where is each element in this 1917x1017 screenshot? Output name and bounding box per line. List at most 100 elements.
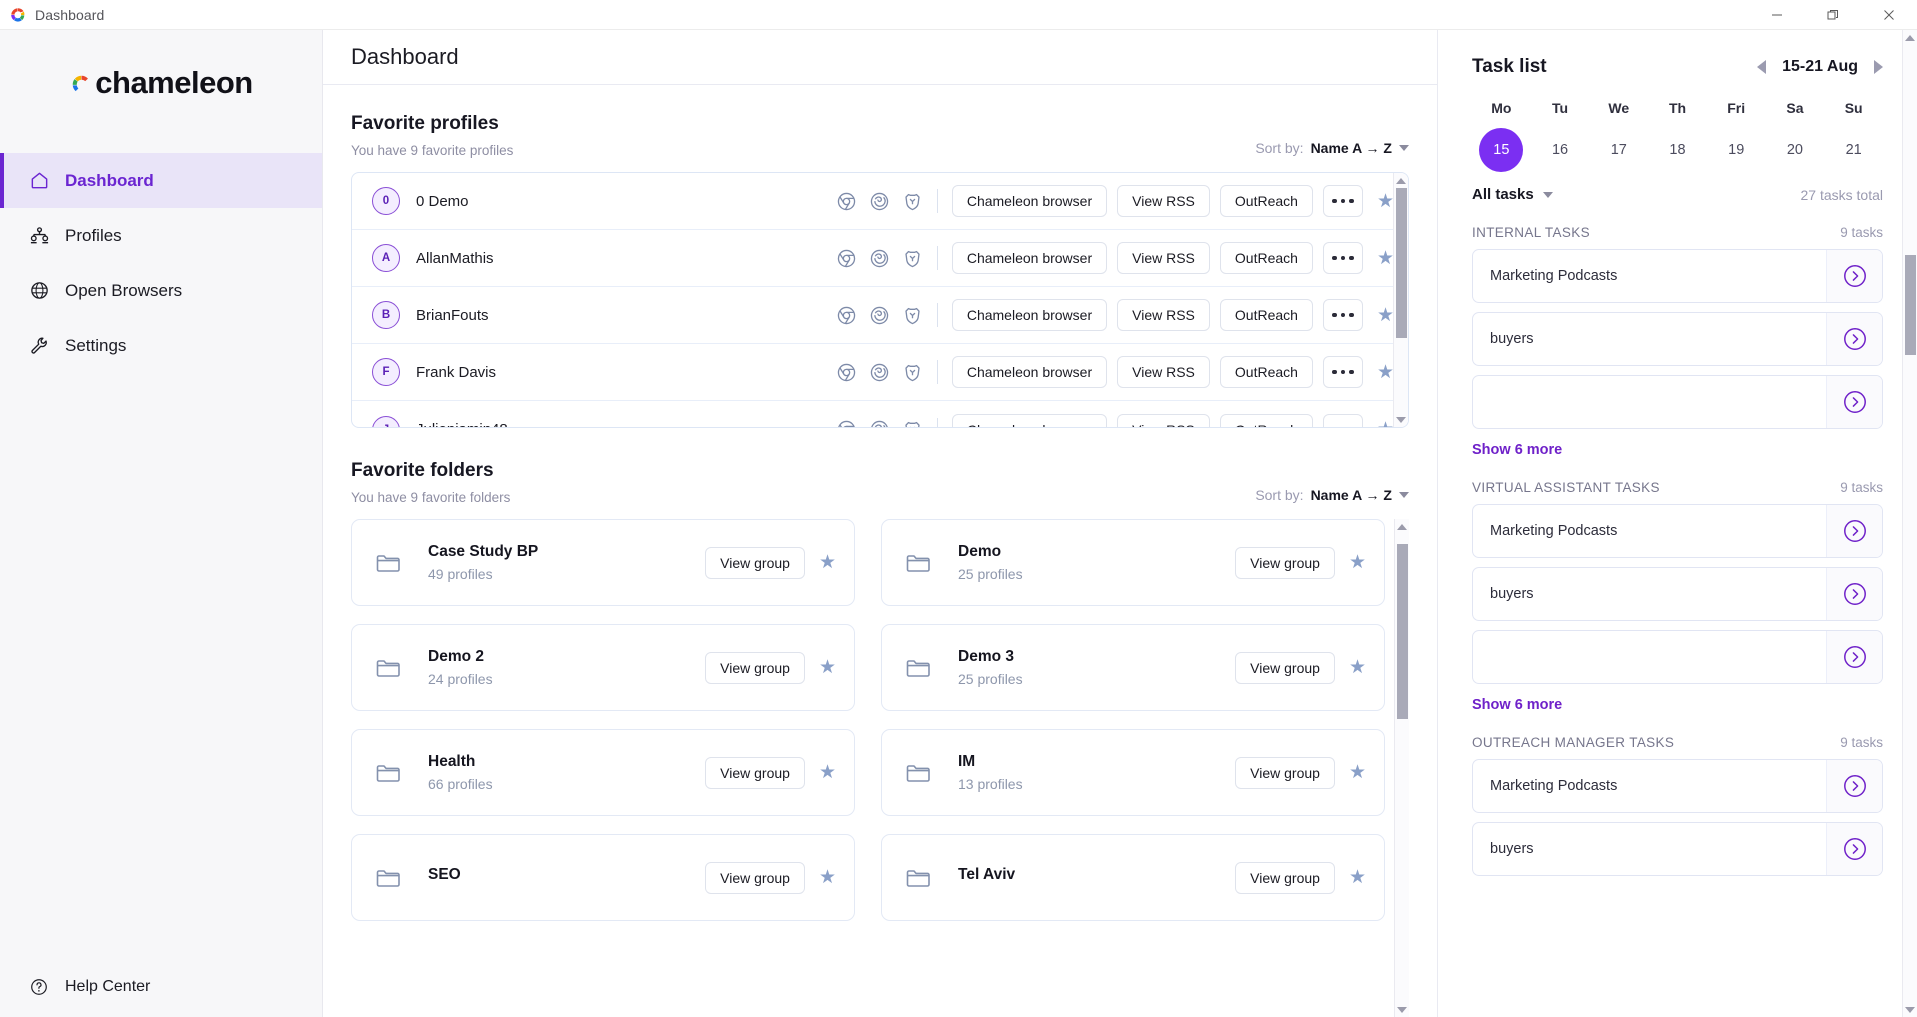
brave-icon[interactable] <box>902 191 923 212</box>
scroll-up-icon[interactable] <box>1905 30 1915 45</box>
profile-row[interactable]: B BrianFouts Chameleon browser View RSS … <box>352 287 1408 344</box>
chameleon-browser-button[interactable]: Chameleon browser <box>951 242 1108 274</box>
chevron-right-icon[interactable] <box>1874 60 1883 74</box>
minimize-icon[interactable] <box>1749 0 1805 30</box>
task-filter-value[interactable]: All tasks <box>1472 186 1534 203</box>
star-filled-icon[interactable]: ★ <box>1349 868 1366 887</box>
chrome-icon[interactable] <box>836 191 857 212</box>
view-group-button[interactable]: View group <box>705 861 805 894</box>
folders-sort-dropdown[interactable]: Sort by: Name A → Z <box>1255 487 1409 505</box>
folders-scroll-track[interactable] <box>1395 534 1409 1002</box>
more-options-icon[interactable] <box>1322 185 1363 217</box>
chrome-icon[interactable] <box>836 362 857 383</box>
task-item[interactable] <box>1472 630 1883 684</box>
sidebar-item-open-browsers[interactable]: Open Browsers <box>0 263 322 318</box>
task-item[interactable] <box>1472 375 1883 429</box>
firefox-icon[interactable] <box>869 191 890 212</box>
outreach-button[interactable]: OutReach <box>1219 413 1313 427</box>
profile-row[interactable]: A AllanMathis Chameleon browser View RSS… <box>352 230 1408 287</box>
profile-row[interactable]: J Julienjamin48 Chameleon browser View R… <box>352 401 1408 427</box>
brave-icon[interactable] <box>902 248 923 269</box>
view-rss-button[interactable]: View RSS <box>1117 242 1210 274</box>
calendar-day[interactable]: 18 <box>1648 128 1707 172</box>
chevron-right-circle-icon[interactable] <box>1826 568 1882 620</box>
close-icon[interactable] <box>1861 0 1917 30</box>
folders-scrollbar[interactable] <box>1394 519 1409 1017</box>
sidebar-item-help-center[interactable]: Help Center <box>0 957 322 1017</box>
chevron-down-icon[interactable] <box>1542 191 1553 198</box>
calendar-day[interactable]: 17 <box>1589 128 1648 172</box>
chevron-right-circle-icon[interactable] <box>1826 760 1882 812</box>
task-item[interactable]: Marketing Podcasts <box>1472 504 1883 558</box>
profiles-sort-dropdown[interactable]: Sort by: Name A → Z <box>1255 140 1409 158</box>
view-group-button[interactable]: View group <box>1235 756 1335 789</box>
calendar-day[interactable]: 20 <box>1766 128 1825 172</box>
scroll-up-icon[interactable] <box>1396 173 1406 188</box>
chrome-icon[interactable] <box>836 305 857 326</box>
chrome-icon[interactable] <box>836 419 857 427</box>
outreach-button[interactable]: OutReach <box>1219 185 1313 217</box>
task-item[interactable]: buyers <box>1472 567 1883 621</box>
task-scroll-thumb[interactable] <box>1905 255 1916 355</box>
star-filled-icon[interactable]: ★ <box>1349 553 1366 572</box>
view-group-button[interactable]: View group <box>705 756 805 789</box>
task-panel-scrollbar[interactable] <box>1902 30 1917 1017</box>
view-rss-button[interactable]: View RSS <box>1117 356 1210 388</box>
restore-icon[interactable] <box>1805 0 1861 30</box>
star-filled-icon[interactable]: ★ <box>1377 420 1394 427</box>
firefox-icon[interactable] <box>869 419 890 427</box>
brave-icon[interactable] <box>902 362 923 383</box>
star-filled-icon[interactable]: ★ <box>1377 192 1394 211</box>
folder-card[interactable]: Demo 2 24 profiles View group ★ <box>351 624 855 711</box>
scroll-down-icon[interactable] <box>1397 1002 1407 1017</box>
view-group-button[interactable]: View group <box>705 651 805 684</box>
sidebar-item-profiles[interactable]: Profiles <box>0 208 322 263</box>
view-rss-button[interactable]: View RSS <box>1117 185 1210 217</box>
star-filled-icon[interactable]: ★ <box>1349 658 1366 677</box>
brave-icon[interactable] <box>902 305 923 326</box>
view-group-button[interactable]: View group <box>1235 651 1335 684</box>
view-group-button[interactable]: View group <box>1235 861 1335 894</box>
more-options-icon[interactable] <box>1322 356 1363 388</box>
folder-card[interactable]: SEO View group ★ <box>351 834 855 921</box>
view-rss-button[interactable]: View RSS <box>1117 299 1210 331</box>
chevron-left-icon[interactable] <box>1757 60 1767 74</box>
profiles-scrollbar[interactable] <box>1393 173 1408 427</box>
profiles-scroll-track[interactable] <box>1394 188 1408 412</box>
firefox-icon[interactable] <box>869 362 890 383</box>
folder-card[interactable]: Tel Aviv View group ★ <box>881 834 1385 921</box>
folder-card[interactable]: Case Study BP 49 profiles View group ★ <box>351 519 855 606</box>
more-options-icon[interactable] <box>1322 299 1363 331</box>
folders-scroll-thumb[interactable] <box>1397 544 1408 719</box>
more-options-icon[interactable] <box>1322 413 1363 427</box>
folder-card[interactable]: Demo 25 profiles View group ★ <box>881 519 1385 606</box>
calendar-day[interactable]: 21 <box>1824 128 1883 172</box>
chameleon-browser-button[interactable]: Chameleon browser <box>951 185 1108 217</box>
brave-icon[interactable] <box>902 419 923 427</box>
star-filled-icon[interactable]: ★ <box>1377 249 1394 268</box>
outreach-button[interactable]: OutReach <box>1219 356 1313 388</box>
calendar-day[interactable]: 19 <box>1707 128 1766 172</box>
chevron-right-circle-icon[interactable] <box>1826 250 1882 302</box>
view-group-button[interactable]: View group <box>705 546 805 579</box>
folder-card[interactable]: IM 13 profiles View group ★ <box>881 729 1385 816</box>
task-item[interactable]: buyers <box>1472 312 1883 366</box>
chameleon-browser-button[interactable]: Chameleon browser <box>951 413 1108 427</box>
star-filled-icon[interactable]: ★ <box>819 868 836 887</box>
calendar-day[interactable]: 15 <box>1472 128 1531 172</box>
chevron-right-circle-icon[interactable] <box>1826 505 1882 557</box>
scroll-down-icon[interactable] <box>1905 1002 1915 1017</box>
star-filled-icon[interactable]: ★ <box>819 763 836 782</box>
task-item[interactable]: buyers <box>1472 822 1883 876</box>
chameleon-browser-button[interactable]: Chameleon browser <box>951 356 1108 388</box>
chrome-icon[interactable] <box>836 248 857 269</box>
star-filled-icon[interactable]: ★ <box>1349 763 1366 782</box>
folder-card[interactable]: Health 66 profiles View group ★ <box>351 729 855 816</box>
chevron-right-circle-icon[interactable] <box>1826 376 1882 428</box>
profile-row[interactable]: 0 0 Demo Chameleon browser View RSS OutR… <box>352 173 1408 230</box>
task-item[interactable]: Marketing Podcasts <box>1472 249 1883 303</box>
chevron-right-circle-icon[interactable] <box>1826 823 1882 875</box>
star-filled-icon[interactable]: ★ <box>819 553 836 572</box>
sidebar-item-settings[interactable]: Settings <box>0 318 322 373</box>
profiles-scroll-thumb[interactable] <box>1396 188 1407 338</box>
